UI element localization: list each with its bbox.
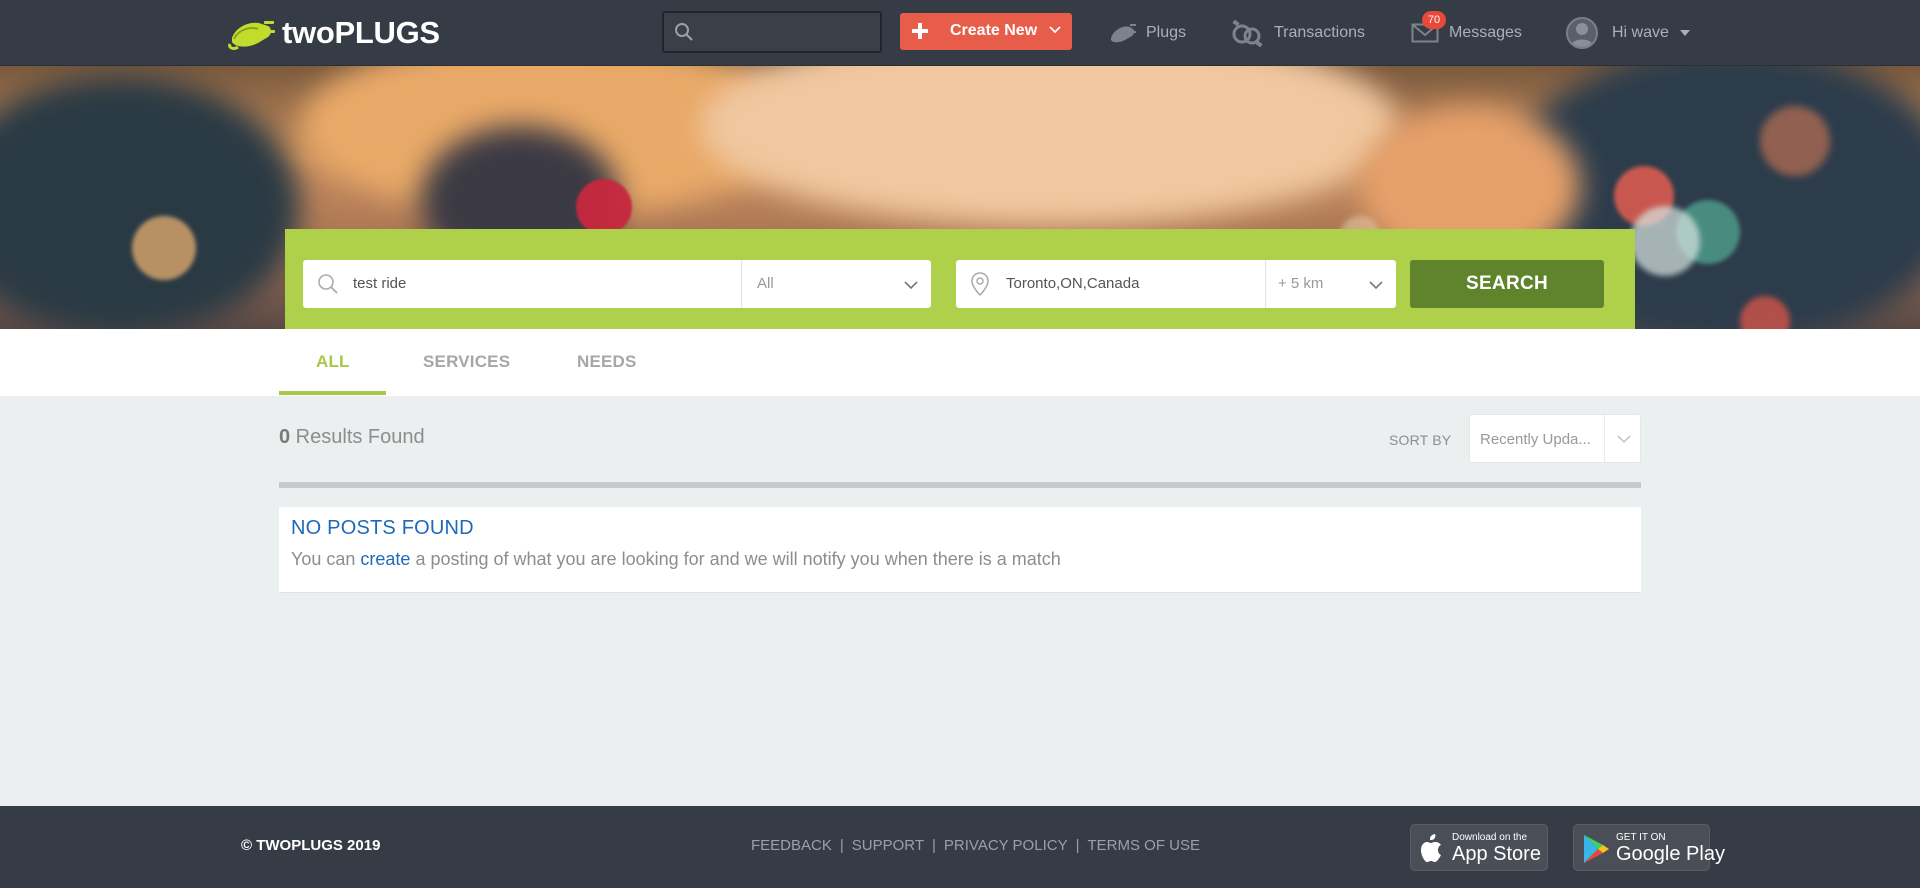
sort-select-value: Recently Upda... (1480, 431, 1591, 448)
google-play-big-text: Google Play (1616, 843, 1725, 865)
chevron-down-icon (1048, 23, 1062, 42)
results-count-number: 0 (279, 426, 291, 448)
messages-count-badge: 70 (1422, 11, 1446, 29)
chevron-down-icon (1616, 432, 1632, 450)
active-tab-indicator (279, 391, 386, 395)
caret-down-icon (1679, 29, 1691, 37)
brand-name: twoPLUGS (282, 15, 440, 50)
create-post-link[interactable]: create (360, 549, 410, 569)
header-search-input[interactable] (662, 11, 882, 53)
plug-icon (1108, 21, 1136, 45)
no-posts-msg-end: a posting of what you are looking for an… (410, 549, 1061, 569)
results-count-label: Results Found (290, 426, 425, 448)
google-play-button[interactable]: GET IT ON Google Play (1573, 824, 1725, 871)
user-greeting: Hi wave (1612, 24, 1669, 41)
field-divider (1265, 260, 1266, 308)
tab-services[interactable]: SERVICES (423, 352, 510, 372)
apple-icon (1419, 834, 1445, 869)
footer-link-privacy-policy[interactable]: PRIVACY POLICY (944, 837, 1068, 854)
user-avatar[interactable] (1566, 17, 1598, 49)
footer-link-feedback[interactable]: FEEDBACK (751, 837, 832, 854)
footer-separator: | (839, 837, 844, 854)
google-play-icon (1582, 834, 1610, 869)
footer-link-terms-of-use[interactable]: TERMS OF USE (1087, 837, 1200, 854)
location-text: Toronto,ON,Canada (1006, 275, 1140, 292)
chevron-down-icon[interactable] (903, 278, 919, 296)
tab-needs[interactable]: NEEDS (577, 352, 637, 372)
results-count: 0 Results Found (279, 426, 425, 449)
nav-plugs-label: Plugs (1146, 24, 1187, 41)
sort-by-label: SORT BY (1389, 432, 1452, 448)
chevron-down-icon[interactable] (1368, 278, 1384, 296)
app-store-button[interactable]: Download on the App Store (1410, 824, 1548, 871)
copyright-text: © TWOPLUGS 2019 (241, 837, 381, 854)
nav-messages-label: Messages (1449, 24, 1522, 41)
plus-icon (910, 21, 930, 41)
field-divider (741, 260, 742, 308)
user-menu[interactable]: Hi wave (1612, 0, 1691, 66)
search-button[interactable]: SEARCH (1410, 260, 1604, 308)
create-new-label: Create New (950, 22, 1038, 39)
brand-logo[interactable]: twoPLUGS (228, 14, 440, 52)
footer-link-support[interactable]: SUPPORT (852, 837, 924, 854)
results-divider (279, 482, 1641, 488)
create-new-button[interactable]: Create New (900, 13, 1072, 50)
distance-select-value[interactable]: + 5 km (1278, 275, 1323, 292)
search-icon (674, 22, 694, 47)
nav-messages[interactable]: Messages (1411, 0, 1522, 66)
app-store-big-text: App Store (1452, 843, 1541, 865)
footer-links: FEEDBACK | SUPPORT | PRIVACY POLICY | TE… (751, 837, 1200, 854)
nav-transactions[interactable]: Transactions (1230, 0, 1365, 66)
category-select-value[interactable]: All (757, 275, 774, 292)
footer-separator: | (932, 837, 936, 854)
google-play-small-text: GET IT ON (1616, 832, 1666, 843)
handshake-icon (1230, 18, 1264, 48)
location-search-field[interactable]: Toronto,ON,Canada + 5 km (956, 260, 1396, 308)
search-icon (317, 273, 339, 300)
location-pin-icon (970, 272, 990, 301)
nav-transactions-label: Transactions (1274, 24, 1365, 41)
select-divider (1604, 415, 1605, 462)
no-posts-msg-start: You can (291, 549, 361, 569)
no-posts-message: You can create a posting of what you are… (291, 549, 1061, 570)
sort-select[interactable]: Recently Upda... (1469, 414, 1641, 463)
no-posts-title: NO POSTS FOUND (291, 517, 474, 539)
tab-all[interactable]: ALL (316, 352, 350, 372)
app-store-small-text: Download on the (1452, 832, 1528, 843)
keyword-search-field[interactable]: test ride All (303, 260, 931, 308)
plug-logo-icon (228, 16, 276, 50)
footer-separator: | (1075, 837, 1080, 854)
search-query-text: test ride (353, 275, 407, 292)
nav-plugs[interactable]: Plugs (1108, 0, 1186, 66)
no-posts-card: NO POSTS FOUND You can create a posting … (279, 507, 1641, 593)
results-tabs (0, 329, 1920, 396)
